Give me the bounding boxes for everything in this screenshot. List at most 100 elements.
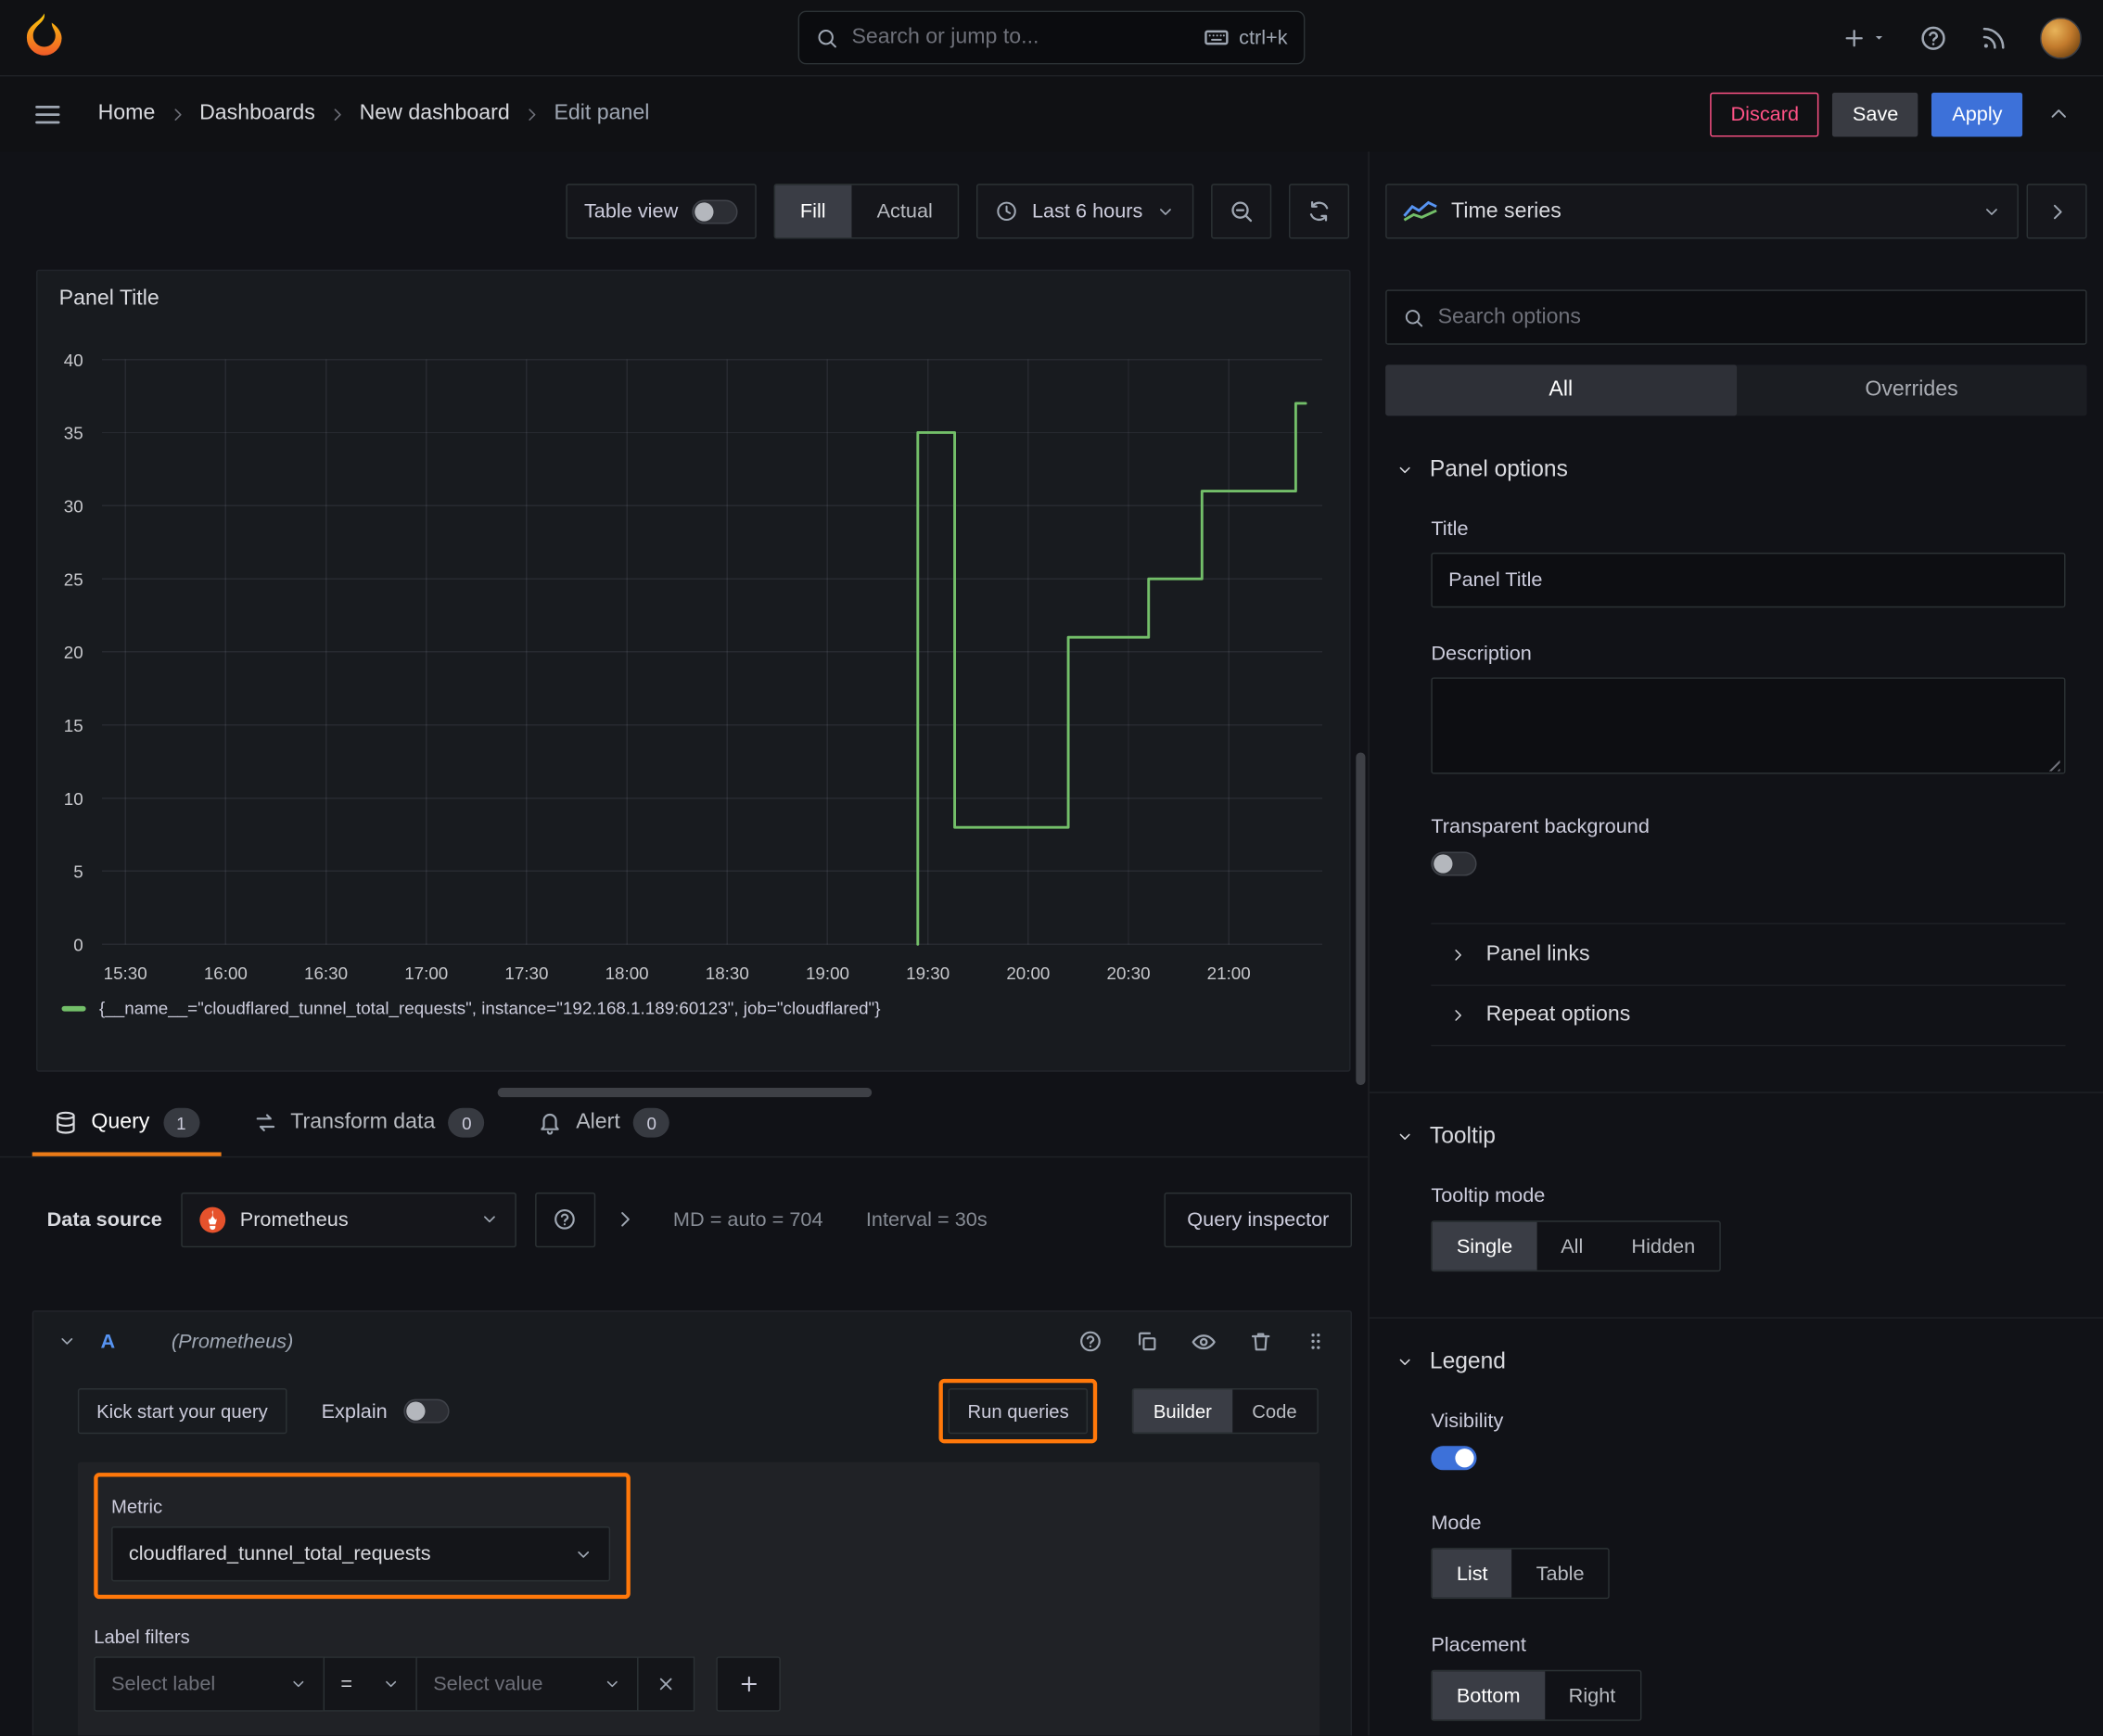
operator-dropdown[interactable]: = xyxy=(323,1656,417,1712)
svg-text:19:30: 19:30 xyxy=(906,964,950,983)
legend-placement-right[interactable]: Right xyxy=(1545,1671,1640,1719)
options-search[interactable] xyxy=(1385,289,2087,345)
user-avatar[interactable] xyxy=(2040,17,2082,58)
grafana-logo[interactable] xyxy=(21,13,67,61)
explain-toggle[interactable] xyxy=(403,1398,450,1423)
timeseries-chart[interactable]: 0 5 10 15 20 25 30 35 40 15:30 16:00 16:30 17:00 17:3… xyxy=(38,327,1339,988)
svg-text:16:00: 16:00 xyxy=(204,964,248,983)
duplicate-query-button[interactable] xyxy=(1135,1329,1159,1353)
query-help-button[interactable] xyxy=(1078,1329,1102,1353)
tab-query[interactable]: Query 1 xyxy=(32,1093,222,1156)
transparent-background-label: Transparent background xyxy=(1431,815,1650,839)
toggle-query-visibility-button[interactable] xyxy=(1191,1329,1216,1354)
header-actions: Discard Save Apply xyxy=(1710,92,2082,136)
run-queries-button[interactable]: Run queries xyxy=(949,1388,1088,1435)
vertical-scrollbar[interactable] xyxy=(1356,752,1366,1086)
legend-placement-bottom[interactable]: Bottom xyxy=(1432,1671,1545,1720)
panel-links-row[interactable]: Panel links xyxy=(1431,923,2066,985)
collapse-header-button[interactable] xyxy=(2036,92,2082,136)
legend-visibility-toggle[interactable] xyxy=(1431,1446,1477,1471)
expand-options-button[interactable] xyxy=(614,1208,635,1230)
topnav-actions xyxy=(1842,17,2082,58)
menu-button[interactable] xyxy=(32,98,63,129)
svg-text:40: 40 xyxy=(64,351,83,370)
fill-option[interactable]: Fill xyxy=(774,185,852,238)
kick-start-query-button[interactable]: Kick start your query xyxy=(77,1388,287,1435)
bell-icon xyxy=(541,1113,560,1135)
tab-alert[interactable]: Alert 0 xyxy=(517,1093,692,1156)
help-button[interactable] xyxy=(1919,23,1947,51)
panel-links-label: Panel links xyxy=(1485,942,1590,965)
chevron-right-icon xyxy=(334,108,341,121)
news-button[interactable] xyxy=(1980,23,2007,51)
svg-text:17:30: 17:30 xyxy=(504,964,548,983)
visualization-name: Time series xyxy=(1451,198,1561,223)
legend-mode-group: List Table xyxy=(1431,1548,1611,1600)
legend-mode-table[interactable]: Table xyxy=(1512,1550,1609,1598)
chart-legend-item[interactable]: {__name__="cloudflared_tunnel_total_requ… xyxy=(38,988,1350,1018)
chevron-down-icon xyxy=(483,1216,495,1223)
panel-options-header[interactable]: Panel options xyxy=(1396,456,2076,483)
zoom-out-button[interactable] xyxy=(1211,184,1272,239)
select-value-dropdown[interactable]: Select value xyxy=(415,1656,639,1712)
legend-header[interactable]: Legend xyxy=(1396,1348,2076,1375)
chevron-right-icon xyxy=(174,108,182,121)
save-button[interactable]: Save xyxy=(1832,92,1919,136)
options-search-input[interactable] xyxy=(1437,305,2070,330)
panel-options-section: Panel options Title Description Transpar… xyxy=(1370,456,2103,1047)
horizontal-scrollbar[interactable] xyxy=(497,1088,873,1098)
code-option[interactable]: Code xyxy=(1232,1390,1318,1433)
tooltip-header[interactable]: Tooltip xyxy=(1396,1123,2076,1150)
builder-option[interactable]: Builder xyxy=(1133,1389,1232,1433)
legend-visibility-label: Visibility xyxy=(1431,1410,1504,1433)
datasource-value: Prometheus xyxy=(239,1207,349,1232)
tooltip-mode-single[interactable]: Single xyxy=(1432,1221,1537,1270)
global-search-input[interactable] xyxy=(851,25,1190,50)
query-inspector-button[interactable]: Query inspector xyxy=(1164,1192,1353,1247)
table-view-toggle-control[interactable]: Table view xyxy=(565,184,757,239)
collapse-sidebar-button[interactable] xyxy=(2026,184,2087,239)
transparent-background-toggle[interactable] xyxy=(1431,851,1477,876)
new-dropdown-button[interactable] xyxy=(1842,25,1887,50)
legend-section: Legend Visibility Mode List Table Placem… xyxy=(1369,1317,2103,1735)
query-row-header[interactable]: A (Prometheus) xyxy=(33,1312,1350,1372)
add-filter-button[interactable] xyxy=(716,1656,781,1712)
breadcrumb-new-dashboard[interactable]: New dashboard xyxy=(360,102,510,126)
legend-mode-list[interactable]: List xyxy=(1432,1549,1512,1598)
actual-option[interactable]: Actual xyxy=(851,185,958,237)
chevron-down-icon xyxy=(1160,208,1171,215)
fill-actual-switch: Fill Actual xyxy=(772,184,960,239)
time-range-picker[interactable]: Last 6 hours xyxy=(976,184,1194,239)
rss-icon xyxy=(1982,27,2005,48)
tooltip-mode-all[interactable]: All xyxy=(1536,1222,1607,1270)
tab-transform-data[interactable]: Transform data 0 xyxy=(232,1093,506,1156)
drag-query-handle[interactable] xyxy=(1305,1329,1326,1353)
remove-filter-button[interactable] xyxy=(637,1656,695,1712)
top-navigation-bar: ctrl+k xyxy=(0,0,2103,77)
chevron-down-icon xyxy=(1399,1358,1410,1365)
visualization-picker[interactable]: Time series xyxy=(1385,184,2019,239)
tooltip-mode-hidden[interactable]: Hidden xyxy=(1607,1222,1719,1270)
delete-query-button[interactable] xyxy=(1249,1329,1273,1353)
query-ref-id: A xyxy=(100,1330,116,1353)
explain-label: Explain xyxy=(321,1399,388,1423)
tab-all-options[interactable]: All xyxy=(1385,364,1737,416)
panel-description-input[interactable] xyxy=(1431,677,2066,774)
metric-select[interactable]: cloudflared_tunnel_total_requests xyxy=(111,1526,611,1582)
breadcrumb-dashboards[interactable]: Dashboards xyxy=(199,102,315,126)
datasource-help-button[interactable] xyxy=(534,1192,596,1247)
breadcrumb-bar: Home Dashboards New dashboard Edit panel… xyxy=(0,76,2103,152)
refresh-button[interactable] xyxy=(1289,184,1350,239)
alert-count-badge: 0 xyxy=(633,1107,670,1138)
table-view-toggle[interactable] xyxy=(691,198,737,223)
chevron-right-icon xyxy=(529,108,536,121)
discard-button[interactable]: Discard xyxy=(1710,92,1819,136)
select-label-dropdown[interactable]: Select label xyxy=(94,1656,325,1712)
panel-title-input[interactable] xyxy=(1431,552,2066,608)
apply-button[interactable]: Apply xyxy=(1931,92,2023,136)
tab-overrides[interactable]: Overrides xyxy=(1736,364,2086,415)
repeat-options-row[interactable]: Repeat options xyxy=(1431,984,2066,1047)
datasource-picker[interactable]: Prometheus xyxy=(181,1192,516,1247)
breadcrumb-home[interactable]: Home xyxy=(98,102,156,126)
global-search-bar[interactable]: ctrl+k xyxy=(797,10,1306,65)
